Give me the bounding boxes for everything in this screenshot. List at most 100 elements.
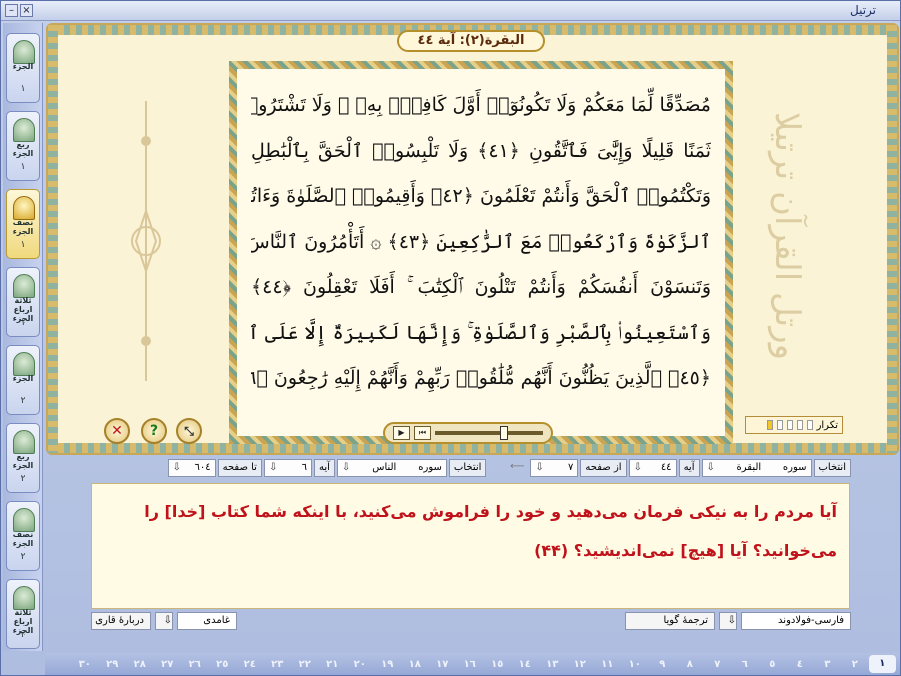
- from-select-label: انتخاب: [813, 459, 851, 477]
- juz-button[interactable]: ٢٨: [126, 659, 154, 670]
- sidebar-item-label: نصف الجزء: [12, 530, 34, 548]
- juz-button[interactable]: ١٤: [511, 659, 539, 670]
- repeat-cell[interactable]: [796, 420, 803, 430]
- sidebar-item-thalath-1[interactable]: ثلاثة ارباع الجزء ١: [6, 267, 40, 337]
- border-ornament: [58, 443, 887, 453]
- sura-label: سوره: [782, 462, 807, 473]
- from-page-select[interactable]: ٧ ⇩: [530, 459, 579, 477]
- sura-value: البقرة: [736, 462, 762, 473]
- juz-strip: ١ ٢ ٣ ٤ ٥ ٦ ٧ ٨ ٩ ١٠ ١١ ١٢ ١٣ ١٤ ١٥ ١٦ ١…: [45, 653, 900, 675]
- hizb-icon: [13, 430, 35, 454]
- to-select-label: انتخاب: [448, 459, 487, 477]
- juz-button[interactable]: ١٨: [401, 659, 429, 670]
- juz-button[interactable]: ٧: [704, 659, 732, 670]
- sidebar-item-number: ١: [20, 240, 26, 250]
- quran-line[interactable]: وَٱسْتَعِينُوا۟ بِٱلصَّبْرِ وَٱلصَّلَوٰة…: [251, 311, 711, 357]
- sidebar-item-nisf-2[interactable]: نصف الجزء ٢: [6, 501, 40, 571]
- juz-button[interactable]: ١٧: [429, 659, 457, 670]
- chevron-down-icon[interactable]: ⇩: [155, 612, 173, 630]
- juz-button[interactable]: ٢٧: [154, 659, 182, 670]
- help-icon[interactable]: ?: [141, 418, 167, 444]
- quran-line[interactable]: ٱلزَّكَوٰةَ وَٱرْكَعُوا۟ مَعَ ٱلرَّٰكِعِ…: [251, 220, 711, 266]
- sidebar-item-number: ٢: [20, 474, 26, 484]
- seek-thumb[interactable]: [499, 426, 508, 440]
- from-sura-select[interactable]: سوره البقرة ⇩: [701, 459, 812, 477]
- to-aya-select[interactable]: ٦ ⇩: [263, 459, 312, 477]
- translator-select[interactable]: فارسی-فولادوند: [741, 612, 851, 630]
- juz-button[interactable]: ٢٣: [264, 659, 292, 670]
- about-reciter-button[interactable]: دربارهٔ قاری: [91, 612, 151, 630]
- sidebar-item-juz-1[interactable]: الجزء ١: [6, 33, 40, 103]
- quran-line[interactable]: وَتَنسَوْنَ أَنفُسَكُمْ وَأَنتُمْ تَتْلُ…: [251, 265, 711, 311]
- close-button[interactable]: ×: [20, 4, 33, 17]
- sidebar-item-number: ٢: [20, 396, 26, 406]
- quran-line[interactable]: ثَمَنًا قَلِيلًا وَإِيَّٰىَ فَٱتَّقُونِ …: [251, 129, 711, 175]
- to-sura-select[interactable]: سوره الناس ⇩: [336, 459, 447, 477]
- juz-button[interactable]: ٢٩: [99, 659, 127, 670]
- close-icon[interactable]: ✕: [104, 418, 130, 444]
- decorative-ornament-icon: [131, 101, 161, 381]
- chevron-down-icon: ⇩: [268, 462, 278, 473]
- juz-button[interactable]: ١٩: [374, 659, 402, 670]
- juz-button[interactable]: ٣: [814, 659, 842, 670]
- juz-button[interactable]: ٢١: [319, 659, 347, 670]
- juz-button[interactable]: ٢٢: [291, 659, 319, 670]
- quran-line[interactable]: وَتَكْتُمُوا۟ ٱلْحَقَّ وَأَنتُمْ تَعْلَم…: [251, 174, 711, 220]
- seek-bar[interactable]: [435, 426, 543, 440]
- juz-button[interactable]: ١: [868, 655, 896, 673]
- aya-label: آیه: [678, 459, 700, 477]
- juz-button[interactable]: ١١: [594, 659, 622, 670]
- juz-button[interactable]: ١٢: [566, 659, 594, 670]
- title-bar: ترتیل – ×: [1, 1, 900, 21]
- juz-button[interactable]: ٣٠: [71, 659, 99, 670]
- reciter-select[interactable]: غامدی: [177, 612, 237, 630]
- stop-button[interactable]: ⏮: [414, 426, 431, 440]
- juz-button[interactable]: ٥: [759, 659, 787, 670]
- chevron-down-icon: ⇩: [341, 462, 351, 473]
- aya-label: آیه: [313, 459, 335, 477]
- repeat-cell[interactable]: [806, 420, 813, 430]
- juz-button[interactable]: ٢٤: [236, 659, 264, 670]
- border-ornament: [48, 25, 58, 453]
- hizb-icon: [13, 196, 35, 220]
- repeat-cell[interactable]: [776, 420, 783, 430]
- minimize-button[interactable]: –: [5, 4, 18, 17]
- zoom-icon[interactable]: ⤡: [176, 418, 202, 444]
- sidebar-item-label: الجزء: [12, 374, 34, 383]
- repeat-cell[interactable]: [766, 420, 773, 430]
- juz-button[interactable]: ٩: [649, 659, 677, 670]
- juz-button[interactable]: ٢٥: [209, 659, 237, 670]
- repeat-control[interactable]: تکرار: [745, 416, 843, 434]
- juz-button[interactable]: ١٥: [484, 659, 512, 670]
- juz-button[interactable]: ١٠: [621, 659, 649, 670]
- juz-button[interactable]: ١٣: [539, 659, 567, 670]
- audio-player: ▶ ⏮: [383, 422, 553, 444]
- hizb-icon: [13, 274, 35, 298]
- page-value: ٧: [568, 462, 574, 473]
- juz-button[interactable]: ٢٦: [181, 659, 209, 670]
- juz-button[interactable]: ٤: [786, 659, 814, 670]
- sidebar-item-label: الجزء: [12, 62, 34, 71]
- juz-button[interactable]: ٢٠: [346, 659, 374, 670]
- sidebar-item-nisf-1[interactable]: نصف الجزء ١: [6, 189, 40, 259]
- juz-button[interactable]: ٨: [676, 659, 704, 670]
- play-button[interactable]: ▶: [393, 426, 410, 440]
- juz-button[interactable]: ٦: [731, 659, 759, 670]
- from-page-label: از صفحه: [580, 459, 627, 477]
- juz-button[interactable]: ٢: [841, 659, 869, 670]
- sura-value: الناس: [372, 462, 397, 473]
- from-aya-select[interactable]: ٤٤ ⇩: [628, 459, 677, 477]
- juz-button[interactable]: ١٦: [456, 659, 484, 670]
- to-page-label: تا صفحه: [217, 459, 262, 477]
- quran-line[interactable]: مُصَدِّقًا لِّمَا مَعَكُمْ وَلَا تَكُونُ…: [251, 83, 711, 129]
- sidebar-item-rub-2[interactable]: ربع الجزء ٢: [6, 423, 40, 493]
- sidebar-item-juz-2[interactable]: الجزء ٢: [6, 345, 40, 415]
- chevron-down-icon[interactable]: ⇩: [719, 612, 737, 630]
- sidebar-item-rub-1[interactable]: ربع الجزء ١: [6, 111, 40, 181]
- repeat-cell[interactable]: [786, 420, 793, 430]
- hizb-icon: [13, 508, 35, 532]
- voice-translation-button[interactable]: ترجمهٔ گویا: [625, 612, 715, 630]
- sidebar-item-thalath-2[interactable]: ثلاثة ارباع الجزء ٢: [6, 579, 40, 649]
- quran-line[interactable]: ﴿٤٥﴾ ٱلَّذِينَ يَظُنُّونَ أَنَّهُم مُّلَ…: [251, 356, 711, 402]
- to-page-select[interactable]: ٦٠٤ ⇩: [167, 459, 216, 477]
